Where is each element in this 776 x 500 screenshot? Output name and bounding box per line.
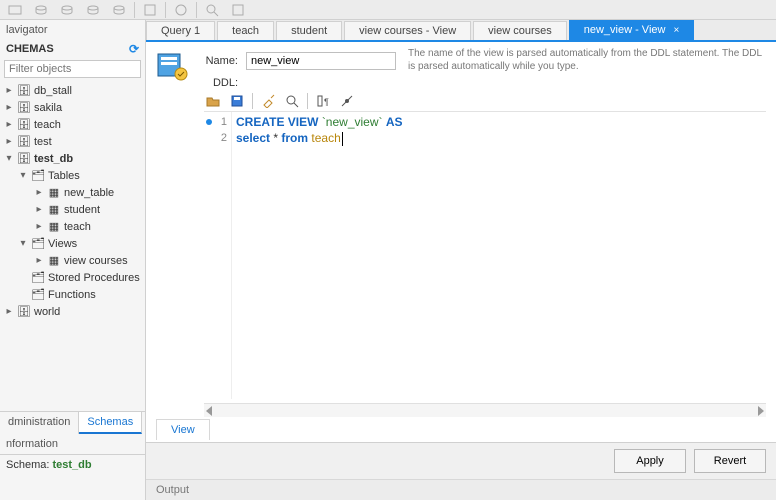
folder-icon: 🗂 — [31, 237, 45, 251]
view-subtab[interactable]: View — [156, 419, 210, 440]
table-icon: ▦ — [47, 203, 61, 217]
sp-folder[interactable]: 🗂Stored Procedures — [0, 269, 145, 286]
schema-name: test_db — [52, 459, 91, 471]
refresh-icon[interactable]: ⟳ — [129, 42, 139, 56]
toolbar-icon[interactable] — [30, 1, 52, 19]
query-tab[interactable]: student — [276, 21, 342, 40]
revert-button[interactable]: Revert — [694, 449, 766, 473]
query-tab-bar: Query 1teachstudentview courses - Viewvi… — [146, 20, 776, 42]
db-item[interactable]: ▸🗄teach — [0, 116, 145, 133]
fn-folder[interactable]: 🗂Functions — [0, 286, 145, 303]
toolbar-icon[interactable] — [82, 1, 104, 19]
query-tab[interactable]: teach — [217, 21, 274, 40]
ddl-label: DDL: — [198, 77, 238, 89]
view-editor-icon — [154, 48, 190, 84]
search-icon[interactable] — [201, 1, 223, 19]
broom-icon[interactable] — [259, 92, 277, 110]
horizontal-scrollbar[interactable] — [204, 403, 766, 417]
wrap-icon[interactable]: ¶ — [314, 92, 332, 110]
db-item[interactable]: ▸🗄sakila — [0, 99, 145, 116]
save-icon[interactable] — [228, 92, 246, 110]
query-tab[interactable]: view courses — [473, 21, 567, 40]
db-item-current[interactable]: ▾🗄test_db — [0, 150, 145, 167]
database-icon: 🗄 — [17, 118, 31, 132]
database-icon: 🗄 — [17, 135, 31, 149]
table-item[interactable]: ▸▦new_table — [0, 184, 145, 201]
database-icon: 🗄 — [17, 152, 31, 166]
invisible-icon[interactable] — [338, 92, 356, 110]
db-item[interactable]: ▸🗄world — [0, 303, 145, 320]
db-item[interactable]: ▸🗄db_stall — [0, 82, 145, 99]
table-icon: ▦ — [47, 220, 61, 234]
sp-icon: 🗂 — [31, 271, 45, 285]
schema-label: Schema: — [6, 459, 52, 471]
database-icon: 🗄 — [17, 84, 31, 98]
apply-button[interactable]: Apply — [614, 449, 686, 473]
table-item[interactable]: ▸▦student — [0, 201, 145, 218]
view-item[interactable]: ▸▦view courses — [0, 252, 145, 269]
query-tab[interactable]: view courses - View — [344, 21, 471, 40]
query-tab[interactable]: Query 1 — [146, 21, 215, 40]
view-name-input[interactable] — [246, 52, 396, 70]
code-gutter: 12 — [204, 112, 232, 399]
output-label: Output — [146, 479, 776, 500]
hint-text: The name of the view is parsed automatic… — [404, 48, 766, 73]
database-icon: 🗄 — [17, 101, 31, 115]
name-label: Name: — [198, 55, 238, 67]
toolbar-icon[interactable] — [170, 1, 192, 19]
toolbar-icon[interactable] — [108, 1, 130, 19]
filter-input[interactable] — [4, 60, 141, 78]
close-icon[interactable]: × — [673, 25, 679, 36]
view-icon: ▦ — [47, 254, 61, 268]
toolbar-icon[interactable] — [56, 1, 78, 19]
tab-administration[interactable]: dministration — [0, 412, 79, 434]
schemas-header: CHEMAS — [6, 43, 54, 55]
table-icon: ▦ — [47, 186, 61, 200]
ddl-toolbar: ¶ — [146, 91, 776, 111]
query-tab[interactable]: new_view - View× — [569, 20, 695, 40]
tab-schemas[interactable]: Schemas — [79, 412, 142, 434]
search-icon[interactable] — [283, 92, 301, 110]
main-toolbar — [0, 0, 776, 20]
svg-text:¶: ¶ — [324, 97, 329, 107]
information-title: nformation — [0, 434, 145, 454]
toolbar-icon[interactable] — [227, 1, 249, 19]
views-folder[interactable]: ▾🗂Views — [0, 235, 145, 252]
db-item[interactable]: ▸🗄test — [0, 133, 145, 150]
table-item[interactable]: ▸▦teach — [0, 218, 145, 235]
toolbar-icon[interactable] — [139, 1, 161, 19]
toolbar-icon[interactable] — [4, 1, 26, 19]
database-icon: 🗄 — [17, 305, 31, 319]
information-panel: Schema: test_db — [0, 454, 145, 500]
navigator-title: lavigator — [0, 20, 145, 40]
open-icon[interactable] — [204, 92, 222, 110]
schema-tree: ▸🗄db_stall ▸🗄sakila ▸🗄teach ▸🗄test ▾🗄tes… — [0, 80, 145, 411]
fn-icon: 🗂 — [31, 288, 45, 302]
sql-editor[interactable]: CREATE VIEW `new_view` ASselect * from t… — [232, 112, 766, 399]
tables-folder[interactable]: ▾🗂Tables — [0, 167, 145, 184]
folder-icon: 🗂 — [31, 169, 45, 183]
